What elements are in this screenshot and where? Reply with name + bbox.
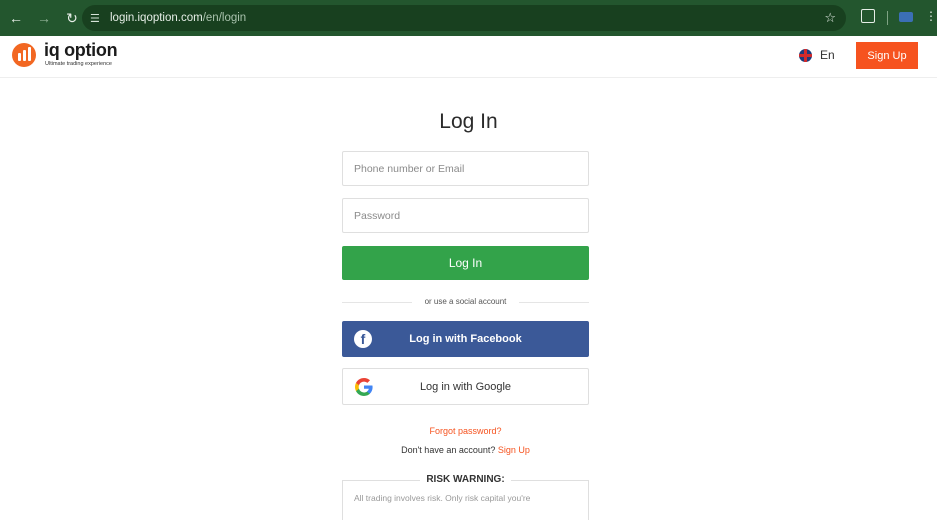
page-title: Log In (439, 110, 498, 133)
site-header: iq option Ultimate trading experience En… (0, 36, 937, 78)
reload-icon[interactable]: ↻ (60, 6, 84, 30)
signup-button[interactable]: Sign Up (856, 42, 918, 69)
no-account-text: Don't have an account? Sign Up (401, 445, 530, 455)
social-separator: or use a social account (424, 297, 507, 306)
logo-icon[interactable] (12, 43, 36, 67)
profile-icon[interactable] (899, 12, 913, 22)
google-icon (355, 378, 373, 396)
google-login-button[interactable]: Log in with Google (342, 368, 589, 405)
facebook-login-button[interactable]: f Log in with Facebook (342, 321, 589, 357)
facebook-icon: f (354, 330, 372, 348)
google-login-label: Log in with Google (419, 380, 512, 393)
uk-flag-icon[interactable] (799, 49, 812, 62)
login-button[interactable]: Log In (342, 246, 589, 280)
password-field[interactable]: Password (342, 198, 589, 233)
email-field[interactable]: Phone number or Email (342, 151, 589, 186)
forward-arrow-icon[interactable]: → (32, 6, 56, 30)
toolbar-divider (887, 11, 888, 25)
url-text: login.iqoption.com/en/login (110, 12, 247, 24)
browser-toolbar: ← → ↻ ☰ login.iqoption.com/en/login ☆ ⋮ (0, 0, 937, 36)
password-placeholder: Password (354, 209, 401, 222)
back-arrow-icon[interactable]: ← (4, 6, 28, 30)
logo-tagline: Ultimate trading experience (45, 61, 112, 67)
forgot-password-link[interactable]: Forgot password? (342, 426, 589, 436)
site-settings-icon[interactable]: ☰ (90, 12, 104, 25)
logo-name[interactable]: iq option (44, 40, 118, 61)
menu-icon[interactable]: ⋮ (925, 9, 937, 23)
email-placeholder: Phone number or Email (354, 162, 465, 175)
language-selector[interactable]: En (820, 48, 835, 62)
risk-warning-text: All trading involves risk. Only risk cap… (354, 493, 531, 503)
risk-warning-title: RISK WARNING: (342, 474, 589, 485)
address-bar[interactable]: ☰ login.iqoption.com/en/login ☆ (82, 5, 846, 31)
signup-link[interactable]: Sign Up (498, 445, 530, 455)
facebook-login-label: Log in with Facebook (409, 333, 522, 345)
bookmark-star-icon[interactable]: ☆ (824, 10, 836, 26)
extensions-icon[interactable] (861, 9, 875, 23)
